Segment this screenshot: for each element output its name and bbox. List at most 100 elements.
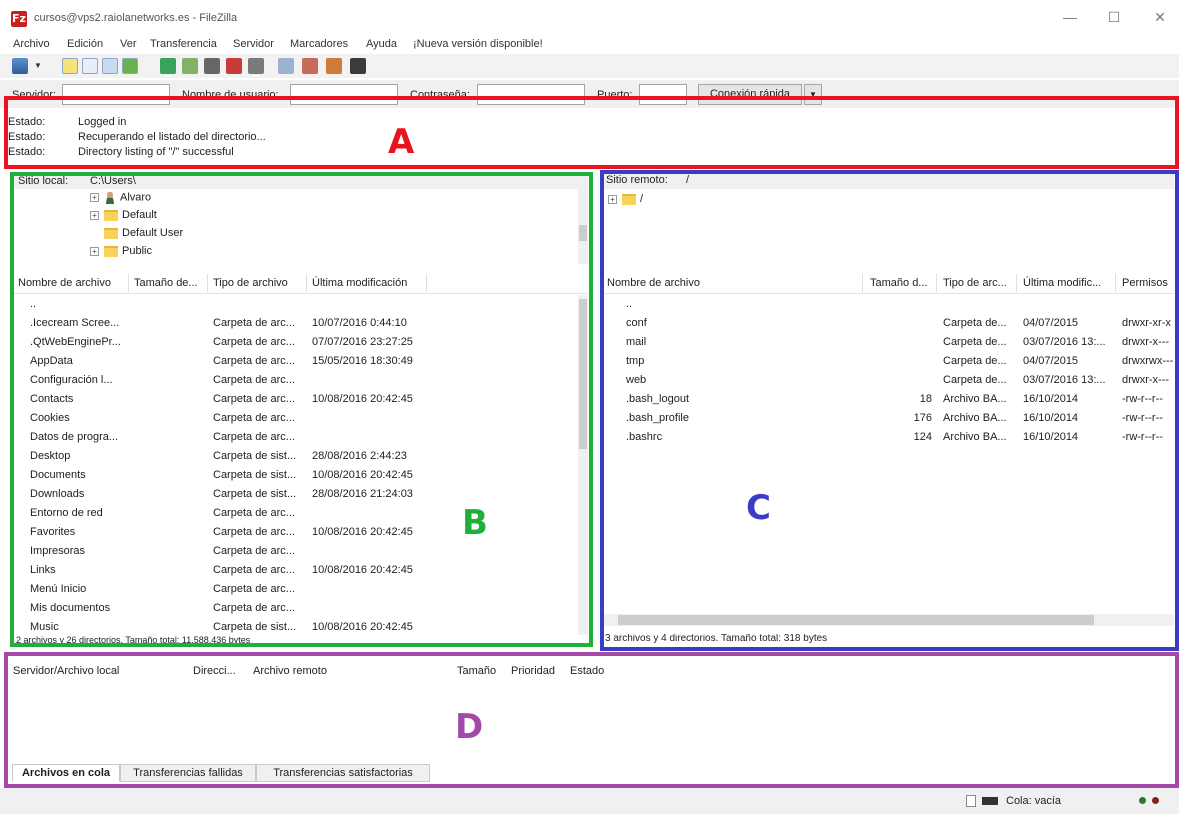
table-row[interactable]: .bash_logout 18 Archivo BA... 16/10/2014 -rw… [604, 390, 1174, 409]
column-divider[interactable] [936, 274, 937, 292]
table-row[interactable]: Mis documentos Carpeta de arc... [14, 599, 588, 618]
column-name[interactable]: Nombre de archivo [607, 277, 700, 289]
column-modified[interactable]: Última modificación [312, 277, 407, 289]
column-size[interactable]: Tamaño de... [134, 277, 198, 289]
tree-item-alvaro[interactable]: + Alvaro [90, 191, 151, 204]
refresh-icon[interactable] [160, 58, 176, 74]
menu-edicion[interactable]: Edición [67, 38, 103, 50]
table-row[interactable]: .Icecream Scree... Carpeta de arc... 10/07… [14, 314, 588, 333]
process-queue-icon[interactable] [182, 58, 198, 74]
expand-icon[interactable]: + [90, 246, 99, 256]
minimize-button[interactable]: — [1056, 6, 1084, 28]
column-divider[interactable] [426, 274, 427, 292]
menu-ayuda[interactable]: Ayuda [366, 38, 397, 50]
tab-successful-transfers[interactable]: Transferencias satisfactorias [256, 764, 430, 782]
table-row[interactable]: conf Carpeta de... 04/07/2015 drwxr-xr-x [604, 314, 1174, 333]
table-row[interactable]: Impresoras Carpeta de arc... [14, 542, 588, 561]
table-row[interactable]: Contacts Carpeta de arc... 10/08/2016 20:4… [14, 390, 588, 409]
sync-browse-icon[interactable] [326, 58, 342, 74]
disconnect-icon[interactable] [226, 58, 242, 74]
column-size[interactable]: Tamaño d... [870, 277, 927, 289]
close-button[interactable]: ✕ [1146, 6, 1174, 28]
table-row[interactable]: Datos de progra... Carpeta de arc... [14, 428, 588, 447]
column-type[interactable]: Tipo de arc... [943, 277, 1007, 289]
search-icon[interactable] [350, 58, 366, 74]
site-manager-icon[interactable] [12, 58, 28, 74]
column-divider[interactable] [1016, 274, 1017, 292]
column-divider[interactable] [207, 274, 208, 292]
compare-icon[interactable] [302, 58, 318, 74]
local-site-path[interactable]: C:\Users\ [90, 175, 136, 187]
scrollbar-thumb[interactable] [618, 615, 1094, 625]
remote-file-list[interactable]: .. conf Carpeta de... 04/07/2015 drwxr-xr-x m… [604, 295, 1174, 613]
remote-directory-tree[interactable]: + / [604, 189, 1174, 264]
table-row[interactable]: .bash_profile 176 Archivo BA... 16/10/2014 -… [604, 409, 1174, 428]
table-row[interactable]: Favorites Carpeta de arc... 10/08/2016 20:… [14, 523, 588, 542]
table-row[interactable]: .. [604, 295, 1174, 314]
cancel-icon[interactable] [204, 58, 220, 74]
dropdown-arrow-icon[interactable]: ▼ [34, 58, 44, 74]
host-input[interactable] [62, 84, 170, 105]
table-row[interactable]: Downloads Carpeta de sist... 28/08/2016 21… [14, 485, 588, 504]
speed-limit-icon[interactable] [982, 797, 998, 805]
expand-icon[interactable]: + [608, 194, 617, 204]
table-row[interactable]: Links Carpeta de arc... 10/08/2016 20:42:4… [14, 561, 588, 580]
tab-failed-transfers[interactable]: Transferencias fallidas [120, 764, 256, 782]
scrollbar-thumb[interactable] [579, 225, 587, 241]
table-row[interactable]: Music Carpeta de sist... 10/08/2016 20:42:… [14, 618, 588, 635]
toggle-message-log-icon[interactable] [62, 58, 78, 74]
menu-transferencia[interactable]: Transferencia [150, 38, 217, 50]
quickconnect-dropdown-icon[interactable]: ▼ [804, 84, 822, 105]
username-input[interactable] [290, 84, 398, 105]
quickconnect-button[interactable]: Conexión rápida [698, 84, 802, 105]
tab-queued-files[interactable]: Archivos en cola [12, 764, 120, 782]
menu-new-version[interactable]: ¡Nueva versión disponible! [413, 38, 543, 50]
table-row[interactable]: tmp Carpeta de... 04/07/2015 drwxrwx--- [604, 352, 1174, 371]
table-row[interactable]: web Carpeta de... 03/07/2016 13:... drwxr-x… [604, 371, 1174, 390]
toggle-remote-tree-icon[interactable] [102, 58, 118, 74]
expand-icon[interactable]: + [90, 193, 99, 202]
table-row[interactable]: Entorno de red Carpeta de arc... [14, 504, 588, 523]
message-log[interactable]: Estado: Logged in Estado: Recuperando el l… [6, 110, 1176, 168]
expand-icon[interactable]: + [90, 210, 99, 220]
menu-archivo[interactable]: Archivo [13, 38, 50, 50]
table-row[interactable]: mail Carpeta de... 03/07/2016 13:... drwxr-… [604, 333, 1174, 352]
remote-list-hscrollbar[interactable] [604, 614, 1174, 626]
tree-item-public[interactable]: + Public [90, 245, 152, 257]
column-divider[interactable] [1115, 274, 1116, 292]
column-type[interactable]: Tipo de archivo [213, 277, 288, 289]
menu-marcadores[interactable]: Marcadores [290, 38, 348, 50]
toggle-local-tree-icon[interactable] [82, 58, 98, 74]
table-row[interactable]: Configuración l... Carpeta de arc... [14, 371, 588, 390]
column-divider[interactable] [128, 274, 129, 292]
column-divider[interactable] [306, 274, 307, 292]
local-directory-tree[interactable]: + Alvaro + Default Default User + Public [14, 189, 588, 264]
table-row[interactable]: .bashrc 124 Archivo BA... 16/10/2014 -rw-r--… [604, 428, 1174, 447]
column-divider[interactable] [862, 274, 863, 292]
maximize-button[interactable]: ☐ [1100, 6, 1128, 28]
remote-site-path[interactable]: / [686, 174, 689, 186]
directory-filter-icon[interactable] [278, 58, 294, 74]
column-modified[interactable]: Última modific... [1023, 277, 1101, 289]
table-row[interactable]: Documents Carpeta de sist... 10/08/2016 20… [14, 466, 588, 485]
toggle-transfer-queue-icon[interactable] [122, 58, 138, 74]
table-row[interactable]: .. [14, 295, 588, 314]
tree-item-root[interactable]: + / [608, 193, 643, 205]
tree-item-default-user[interactable]: Default User [104, 227, 183, 239]
table-row[interactable]: Desktop Carpeta de sist... 28/08/2016 2:44… [14, 447, 588, 466]
column-name[interactable]: Nombre de archivo [18, 277, 111, 289]
queue-column-direction[interactable]: Direcci... [193, 665, 236, 677]
queue-column-priority[interactable]: Prioridad [511, 665, 555, 677]
queue-column-status[interactable]: Estado [570, 665, 604, 677]
password-input[interactable] [477, 84, 585, 105]
table-row[interactable]: .QtWebEnginePr... Carpeta de arc... 07/07/… [14, 333, 588, 352]
local-file-list[interactable]: .. .Icecream Scree... Carpeta de arc... 10/… [14, 295, 588, 635]
table-row[interactable]: Menú Inicio Carpeta de arc... [14, 580, 588, 599]
column-permissions[interactable]: Permisos [1122, 277, 1168, 289]
queue-column-size[interactable]: Tamaño [457, 665, 496, 677]
tree-item-default[interactable]: + Default [90, 209, 157, 221]
menu-servidor[interactable]: Servidor [233, 38, 274, 50]
transfer-queue[interactable]: Servidor/Archivo local Direcci... Archiv… [6, 656, 1176, 784]
menu-ver[interactable]: Ver [120, 38, 137, 50]
port-input[interactable] [639, 84, 687, 105]
